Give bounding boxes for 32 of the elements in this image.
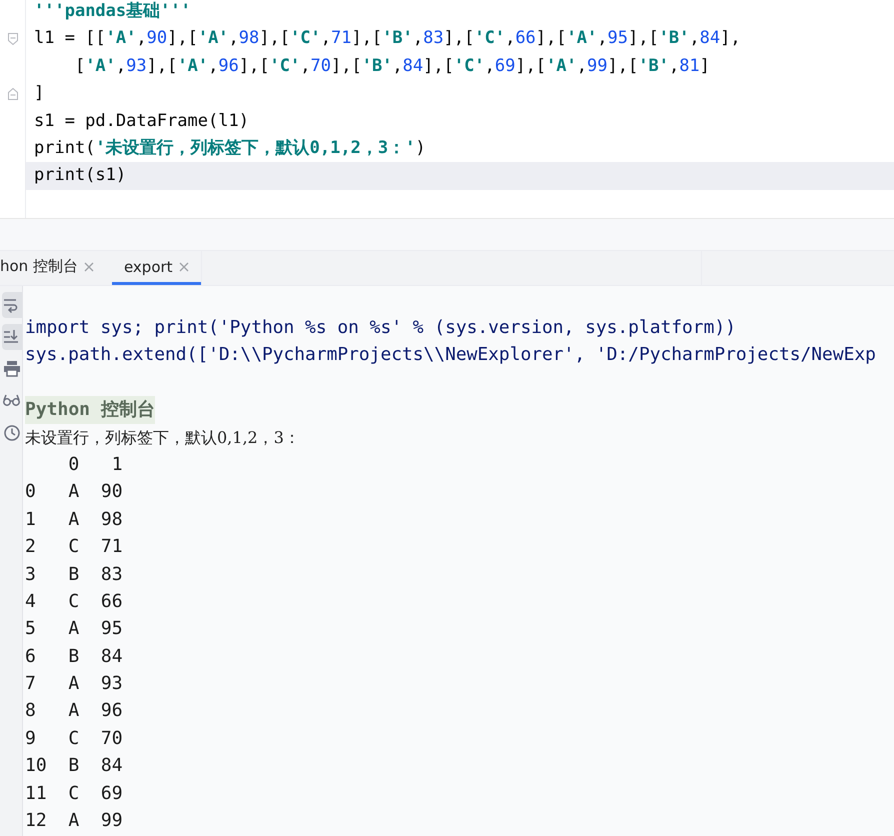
console-output-line: 1 A 98 <box>25 508 124 532</box>
console-output-line: 6 B 84 <box>25 644 124 669</box>
console-output-line: 7 A 93 <box>25 672 124 696</box>
console-output-line: 11 C 69 <box>25 782 124 806</box>
close-icon <box>84 262 94 272</box>
code-line: ['A',93],['A',96],['C',70],['B',84],['C',69],['A',99],['B',81] <box>74 54 711 78</box>
console-output-line: 2 C 71 <box>25 535 124 560</box>
console-output-line: 5 A 95 <box>25 617 124 642</box>
clock-icon <box>3 424 21 442</box>
code-line: ] <box>33 82 46 106</box>
console-output-line: 4 C 66 <box>25 590 124 614</box>
code-line: print('未设置行，列标签下，默认0,1,2，3：') <box>33 136 427 160</box>
toolbar-button[interactable] <box>2 324 22 350</box>
console-banner: Python 控制台 <box>25 396 155 424</box>
console-command: sys.path.extend(['D:\\PycharmProjects\\NewExplorer', 'D:/PycharmProjects/NewExp <box>25 343 876 368</box>
console-output-line: 12 A 99 <box>25 809 124 834</box>
console-command: import sys; print('Python %s on %s' % (sys.version, sys.platform)) <box>25 316 737 340</box>
print-icon <box>3 360 21 378</box>
console-tab[interactable]: hon 控制台 <box>0 251 106 285</box>
toolbar-button[interactable] <box>2 292 22 318</box>
code-line: s1 = pd.DataFrame(l1) <box>33 110 250 133</box>
scroll-down-icon <box>3 328 21 346</box>
console-output-line: 3 B 83 <box>25 562 124 587</box>
console-output-line: 9 C 70 <box>25 726 124 751</box>
console-output-line: 0 A 90 <box>25 480 124 504</box>
console-output-line: 0 1 <box>67 452 124 477</box>
console-output-line: 未设置行，列标签下，默认0,1,2，3： <box>25 426 301 449</box>
console-output-line: 8 A 96 <box>25 699 124 724</box>
close-icon <box>178 262 189 272</box>
code-line: '''pandas基础''' <box>33 0 192 23</box>
code-line: l1 = [['A',90],['A',98],['C',71],['B',83],['C',66],['A',95],['B',84], <box>33 27 742 50</box>
console-output-line: 10 B 84 <box>25 754 124 778</box>
